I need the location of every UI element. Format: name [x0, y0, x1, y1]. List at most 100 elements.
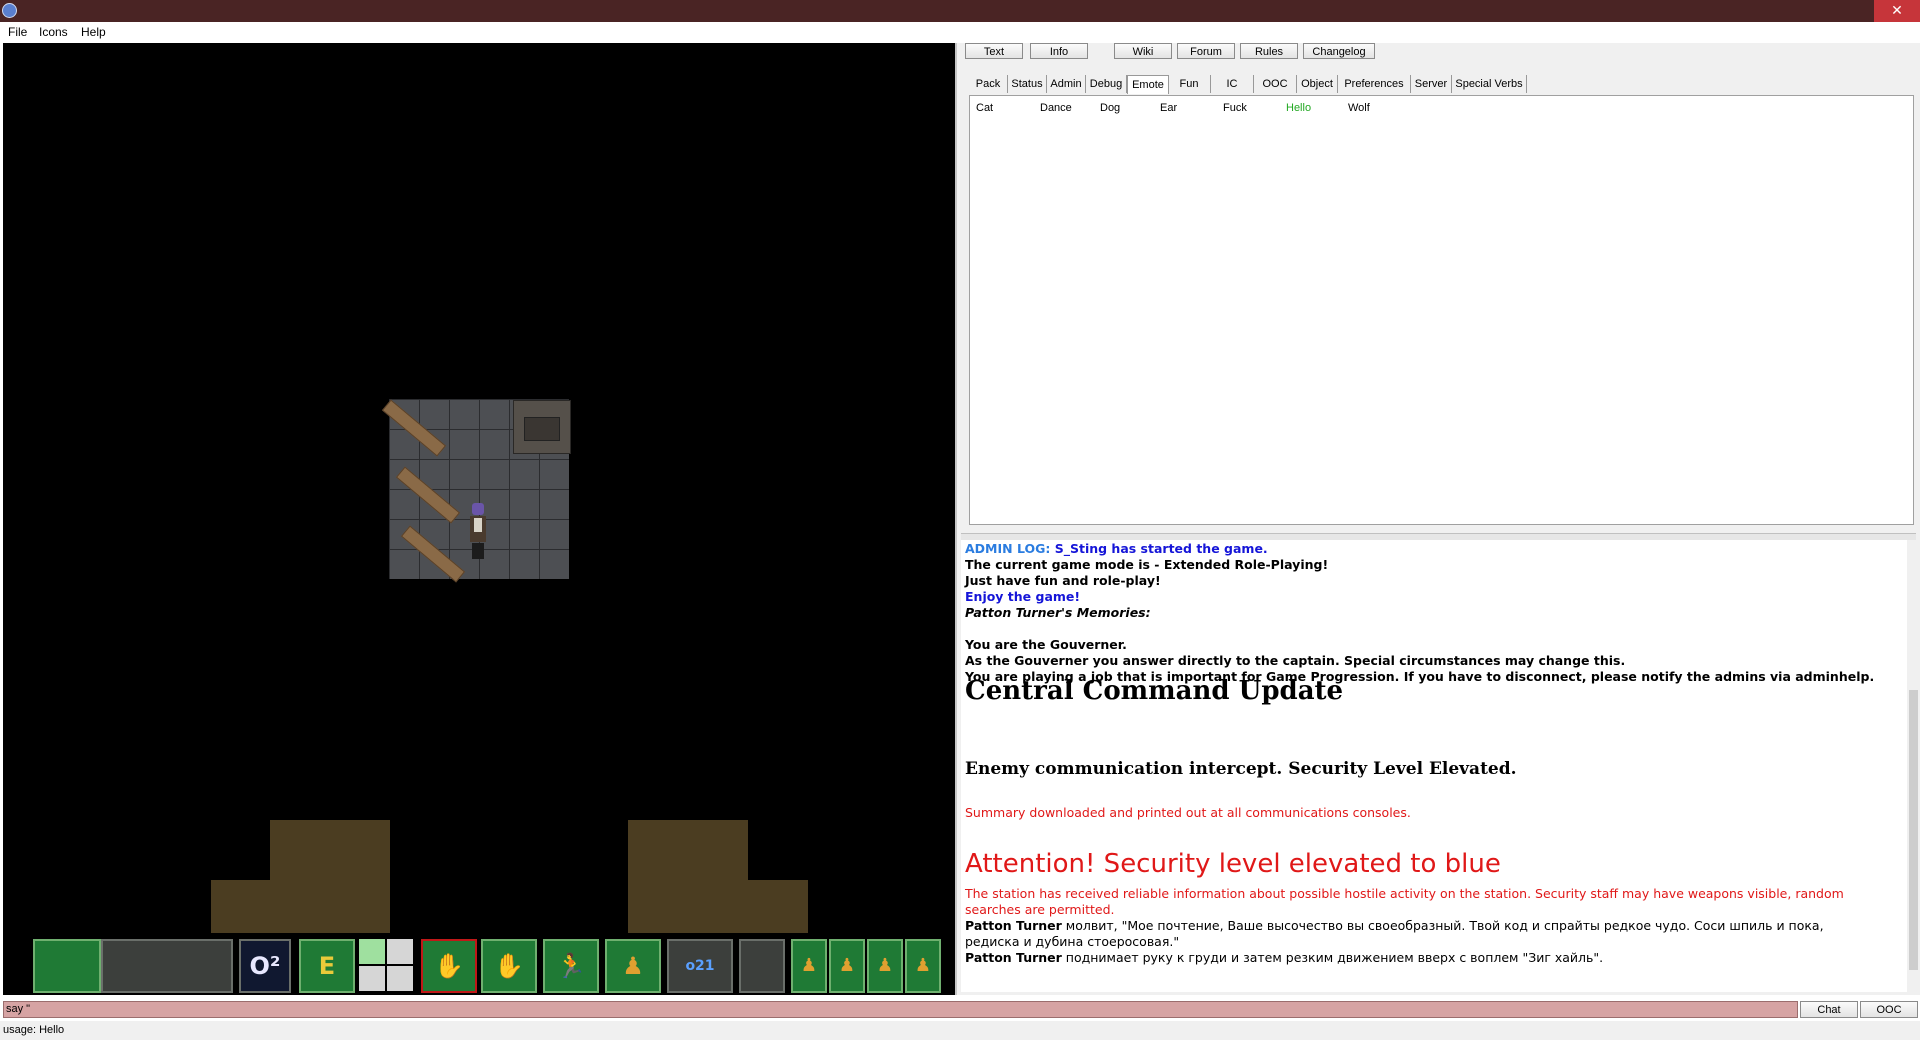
input-bar: say " Chat OOC [0, 999, 1920, 1019]
chat-line: The current game mode is - Extended Role… [965, 557, 1329, 572]
dirt-patch [211, 880, 271, 933]
chat-scrollbar[interactable] [1907, 540, 1920, 992]
dirt-patch [270, 820, 390, 933]
hud-bar: O² E ✋ ✋ 🏃 ♟ o21 ♟ ♟ ♟ ♟ [3, 933, 957, 995]
hud-vent-panel [739, 939, 785, 993]
run-icon: 🏃 [556, 952, 586, 980]
chat-line: ADMIN LOG: S_Sting has started the game. [965, 541, 1268, 556]
chat-line: редиска и дубина стоеросовая." [965, 934, 1180, 949]
chat-line: Summary downloaded and printed out at al… [965, 805, 1411, 820]
chat-line: Patton Turner's Memories: [965, 605, 1151, 620]
action-slot-2[interactable]: ♟ [829, 939, 865, 993]
chat-line: Patton Turner поднимает руку к груди и з… [965, 950, 1604, 965]
announcement-title: Central Command Update [965, 676, 1344, 706]
hud-grid-selector[interactable] [359, 939, 415, 993]
verb-hello[interactable]: Hello [1286, 102, 1311, 114]
character-shirt [474, 518, 482, 532]
oxygen-hud-slot[interactable]: O² [239, 939, 291, 993]
run-toggle-button[interactable]: 🏃 [543, 939, 599, 993]
game-map-view[interactable]: O² E ✋ ✋ 🏃 ♟ o21 ♟ ♟ ♟ ♟ [3, 43, 957, 995]
chat-line: You are the Gouverner. [965, 637, 1127, 652]
dirt-patch [628, 820, 748, 933]
action-slot-3[interactable]: ♟ [867, 939, 903, 993]
dirt-patch [748, 880, 808, 933]
tab-admin[interactable]: Admin [1047, 75, 1086, 93]
chat-button[interactable]: Chat [1800, 1001, 1858, 1018]
action-icon: ♟ [876, 955, 894, 976]
character-head [472, 503, 484, 515]
tab-status[interactable]: Status [1008, 75, 1047, 93]
chat-output[interactable]: ADMIN LOG: S_Sting has started the game.… [961, 540, 1907, 992]
verb-dance[interactable]: Dance [1040, 102, 1072, 114]
chat-line: Enjoy the game! [965, 589, 1081, 604]
text-button[interactable]: Text [965, 43, 1023, 59]
hand-icon: ✋ [494, 952, 524, 980]
tab-object[interactable]: Object [1297, 75, 1338, 93]
action-slot-4[interactable]: ♟ [905, 939, 941, 993]
tab-ooc[interactable]: OOC [1254, 75, 1297, 93]
verb-wolf[interactable]: Wolf [1348, 102, 1370, 114]
verb-dog[interactable]: Dog [1100, 102, 1120, 114]
wiki-button[interactable]: Wiki [1114, 43, 1172, 59]
grid-cell[interactable] [359, 939, 385, 964]
right-hand-slot[interactable]: ✋ [421, 939, 477, 993]
hud-intent-slot[interactable] [33, 939, 101, 993]
hand-icon: ✋ [434, 952, 464, 980]
verb-cat[interactable]: Cat [976, 102, 993, 114]
right-panel: Text Info Wiki Forum Rules Changelog Pac… [957, 43, 1920, 995]
menu-help[interactable]: Help [81, 25, 106, 39]
status-bar: usage: Hello [0, 1021, 1920, 1040]
grid-cell[interactable] [387, 939, 413, 964]
action-icon: ♟ [838, 955, 856, 976]
grid-cell[interactable] [387, 966, 413, 991]
verb-fuck[interactable]: Fuck [1223, 102, 1247, 114]
action-icon: ♟ [800, 955, 818, 976]
chat-line: Enemy communication intercept. Security … [965, 759, 1517, 779]
player-character[interactable] [468, 503, 488, 559]
equip-hud-slot[interactable]: E [299, 939, 355, 993]
chat-line: Patton Turner молвит, "Мое почтение, Ваш… [965, 918, 1824, 933]
menu-bar: File Icons Help [0, 22, 1920, 43]
left-hand-slot[interactable]: ✋ [481, 939, 537, 993]
menu-icons[interactable]: Icons [39, 25, 68, 39]
title-bar: ✕ [0, 0, 1920, 22]
ooc-button[interactable]: OOC [1860, 1001, 1918, 1018]
character-legs [472, 543, 484, 559]
alert-title: Attention! Security level elevated to bl… [965, 849, 1501, 879]
id-card-icon: o21 [685, 958, 715, 974]
id-card-slot[interactable]: o21 [667, 939, 733, 993]
equip-icon: E [318, 952, 336, 980]
forum-button[interactable]: Forum [1177, 43, 1235, 59]
chat-line: The station has received reliable inform… [965, 886, 1844, 901]
action-slot-1[interactable]: ♟ [791, 939, 827, 993]
machine-object[interactable] [513, 400, 571, 454]
command-input[interactable]: say " [3, 1001, 1798, 1018]
rules-button[interactable]: Rules [1240, 43, 1298, 59]
tab-server[interactable]: Server [1411, 75, 1452, 93]
verb-panel: Cat Dance Dog Ear Fuck Hello Wolf [969, 95, 1920, 525]
tab-emote[interactable]: Emote [1127, 75, 1169, 94]
info-button[interactable]: Info [1030, 43, 1088, 59]
tab-fun[interactable]: Fun [1168, 75, 1211, 93]
body-icon: ♟ [622, 952, 644, 980]
changelog-button[interactable]: Changelog [1303, 43, 1375, 59]
hud-pipe-panel [101, 939, 233, 993]
body-target-selector[interactable]: ♟ [605, 939, 661, 993]
grid-cell[interactable] [359, 966, 385, 991]
chat-line: searches are permitted. [965, 902, 1115, 917]
chat-line: Just have fun and role-play! [965, 573, 1161, 588]
tab-pack[interactable]: Pack [969, 75, 1008, 93]
oxygen-icon: O² [241, 941, 289, 991]
machine-panel [524, 417, 560, 441]
verb-ear[interactable]: Ear [1160, 102, 1177, 114]
app-icon [2, 3, 17, 18]
tab-debug[interactable]: Debug [1086, 75, 1127, 93]
tab-ic[interactable]: IC [1211, 75, 1254, 93]
menu-file[interactable]: File [8, 25, 27, 39]
chat-scroll-thumb[interactable] [1909, 690, 1918, 970]
tab-special-verbs[interactable]: Special Verbs [1452, 75, 1527, 93]
tab-preferences[interactable]: Preferences [1338, 75, 1411, 93]
action-icon: ♟ [914, 955, 932, 976]
verb-scrollbar[interactable] [1914, 96, 1920, 524]
close-window-button[interactable]: ✕ [1874, 0, 1920, 22]
